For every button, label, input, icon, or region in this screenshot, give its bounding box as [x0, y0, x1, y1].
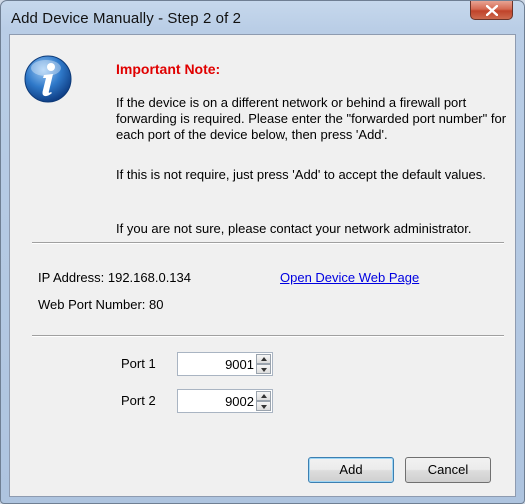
port-1-input[interactable]	[180, 355, 256, 373]
port-2-spin-buttons	[256, 391, 271, 411]
port-2-input[interactable]	[180, 392, 256, 410]
port-2-spinner	[177, 389, 273, 413]
dialog-body: Important Note: If the device is on a di…	[9, 34, 516, 497]
note-paragraph-default: If this is not require, just press 'Add'…	[116, 167, 486, 182]
web-port-label: Web Port Number: 80	[38, 297, 164, 312]
note-paragraph-forwarding: If the device is on a different network …	[116, 95, 507, 142]
close-button[interactable]	[470, 1, 513, 20]
port-1-spin-buttons	[256, 354, 271, 374]
title-bar[interactable]: Add Device Manually - Step 2 of 2	[1, 1, 524, 35]
close-icon	[486, 5, 498, 16]
cancel-button[interactable]: Cancel	[405, 457, 491, 483]
important-note-heading: Important Note:	[116, 61, 221, 77]
port-1-spinner	[177, 352, 273, 376]
spin-up-icon[interactable]	[256, 354, 271, 364]
open-device-web-page-link[interactable]: Open Device Web Page	[280, 270, 419, 285]
port-1-label: Port 1	[121, 356, 156, 371]
spin-down-icon[interactable]	[256, 401, 271, 411]
note-paragraph-contact: If you are not sure, please contact your…	[116, 221, 472, 236]
dialog-window: Add Device Manually - Step 2 of 2 Import…	[0, 0, 525, 504]
spin-down-icon[interactable]	[256, 364, 271, 374]
add-button[interactable]: Add	[308, 457, 394, 483]
spin-up-icon[interactable]	[256, 391, 271, 401]
ip-address-label: IP Address: 192.168.0.134	[38, 270, 191, 285]
window-title: Add Device Manually - Step 2 of 2	[11, 10, 242, 27]
divider	[32, 335, 504, 337]
divider	[32, 242, 504, 244]
info-icon	[24, 55, 72, 103]
port-2-label: Port 2	[121, 393, 156, 408]
